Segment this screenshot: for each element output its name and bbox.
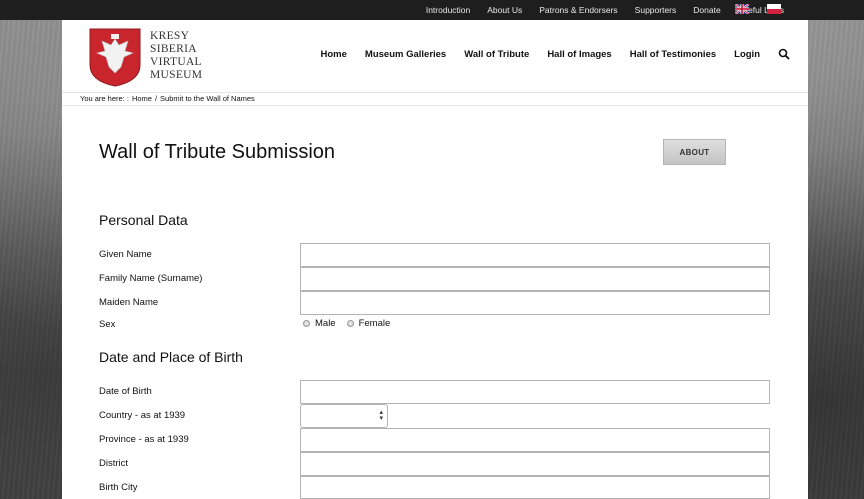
page-container: KRESY SIBERIA VIRTUAL MUSEUM Home Museum… [62,20,808,499]
breadcrumb-current: Submit to the Wall of Names [160,94,255,103]
nav-wall-of-tribute[interactable]: Wall of Tribute [464,49,529,60]
sex-option-female[interactable]: Female [346,318,391,329]
logo-line: MUSEUM [150,69,203,81]
maiden-name-input[interactable] [300,291,770,315]
birth-city-input[interactable] [300,476,770,499]
sex-option-male[interactable]: Male [303,318,336,329]
maiden-name-label: Maiden Name [99,297,159,308]
link-introduction[interactable]: Introduction [426,5,470,15]
district-input[interactable] [300,452,770,476]
sex-radio-group: Male Female [303,318,395,329]
given-name-input[interactable] [300,243,770,267]
nav-museum-galleries[interactable]: Museum Galleries [365,49,446,60]
date-of-birth-input[interactable] [300,380,770,404]
nav-home[interactable]: Home [321,49,347,60]
nav-hall-of-images[interactable]: Hall of Images [547,49,611,60]
breadcrumb-home[interactable]: Home [132,93,152,105]
district-label: District [99,458,129,469]
family-name-input[interactable] [300,267,770,291]
country-select[interactable]: ▴ ▾ [300,404,388,428]
page-title: Wall of Tribute Submission [99,141,336,163]
top-utility-bar: Introduction About Us Patrons & Endorser… [0,0,864,20]
province-label: Province - as at 1939 [99,434,189,445]
male-radio[interactable] [303,320,310,327]
museum-logo-text[interactable]: KRESY SIBERIA VIRTUAL MUSEUM [150,30,202,82]
link-donate[interactable]: Donate [693,5,720,15]
main-navigation: Home Museum Galleries Wall of Tribute Ha… [321,48,791,60]
polish-eagle-shield-icon[interactable] [88,27,142,87]
breadcrumb-prefix: You are here: : [80,94,129,103]
about-button[interactable]: ABOUT [663,139,726,165]
section-title-birth: Date and Place of Birth [99,349,243,365]
link-about-us[interactable]: About Us [487,5,522,15]
male-label: Male [315,318,336,329]
search-icon[interactable] [778,48,790,60]
sex-label: Sex [99,319,116,330]
nav-hall-of-testimonies[interactable]: Hall of Testimonies [630,49,716,60]
birth-city-label: Birth City [99,482,138,493]
breadcrumb-separator: / [154,94,158,103]
link-patrons-endorsers[interactable]: Patrons & Endorsers [539,5,617,15]
date-of-birth-label: Date of Birth [99,386,152,397]
select-arrows-icon: ▴ ▾ [379,409,383,422]
family-name-label: Family Name (Surname) [99,273,203,284]
country-label: Country - as at 1939 [99,410,186,421]
utility-links: Introduction About Us Patrons & Endorser… [426,0,784,20]
site-header: KRESY SIBERIA VIRTUAL MUSEUM Home Museum… [62,20,808,93]
given-name-label: Given Name [99,249,152,260]
logo-line: KRESY [150,30,190,42]
poland-flag-icon[interactable] [767,4,781,14]
female-label: Female [358,318,391,329]
section-title-personal-data: Personal Data [99,212,188,228]
logo-line: VIRTUAL [150,56,202,68]
link-supporters[interactable]: Supporters [635,5,677,15]
female-radio[interactable] [346,320,354,327]
logo-line: SIBERIA [150,43,197,55]
province-input[interactable] [300,428,770,452]
uk-flag-icon[interactable] [735,4,749,14]
nav-login[interactable]: Login [734,49,760,60]
breadcrumb: You are here: : Home / Submit to the Wal… [62,93,808,106]
